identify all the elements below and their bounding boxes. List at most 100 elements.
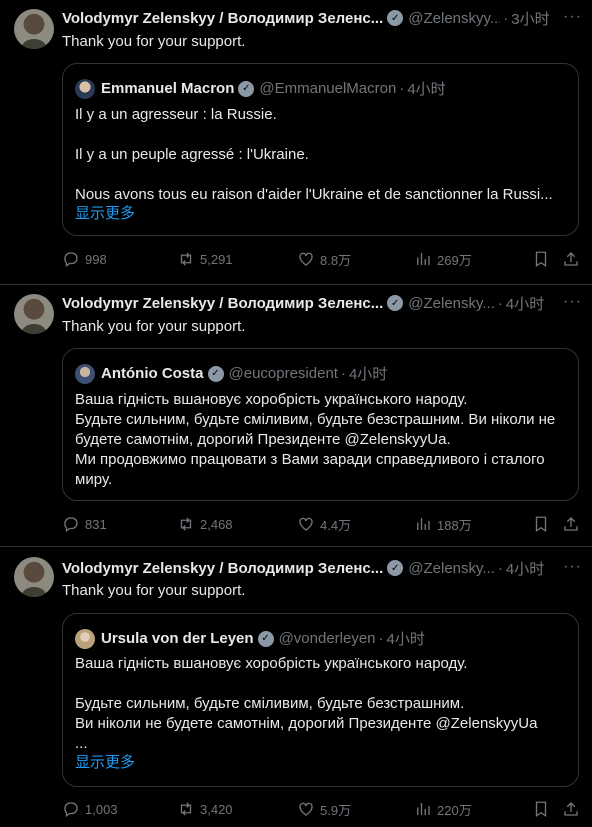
share-button[interactable] — [562, 249, 585, 269]
retweet-count: 2,468 — [200, 516, 233, 532]
view-count: 188万 — [437, 517, 472, 533]
tweet-header: Volodymyr Zelenskyy / Володимир Зеленс..… — [62, 558, 582, 578]
quoted-tweet-header: Emmanuel Macron ✓ @EmmanuelMacron · 4小时 — [75, 78, 446, 99]
author-handle[interactable]: @Zelenskyy... — [408, 10, 500, 27]
bookmark-button[interactable] — [532, 249, 555, 269]
retweet-button[interactable]: 3,420 — [177, 799, 233, 819]
quoted-tweet-body: Il y a un agresseur : la Russie. Il y a … — [75, 106, 553, 203]
views-button[interactable]: 220万 — [414, 799, 472, 819]
bookmark-button[interactable] — [532, 799, 555, 819]
bookmark-icon — [535, 251, 547, 268]
like-count: 5.9万 — [320, 802, 352, 818]
retweet-icon — [180, 252, 192, 266]
quoted-tweet[interactable]: Ursula von der Leyen ✓ @vonderleyen · 4小… — [62, 613, 579, 787]
like-count: 8.8万 — [320, 252, 352, 268]
quoted-author-handle: @EmmanuelMacron — [259, 80, 397, 97]
heart-icon — [299, 252, 313, 266]
reply-icon — [64, 802, 78, 818]
share-button[interactable] — [562, 514, 585, 534]
tweet[interactable]: Volodymyr Zelenskyy / Володимир Зеленс..… — [0, 0, 592, 285]
avatar — [75, 363, 95, 384]
more-dots-icon[interactable]: ··· — [563, 558, 582, 576]
separator-dot: · — [340, 365, 346, 382]
verified-badge-icon: ✓ — [257, 630, 274, 647]
bookmark-button[interactable] — [532, 514, 555, 534]
tweet-text: Thank you for your support. — [62, 582, 246, 599]
quoted-tweet-body: Ваша гідність вшановує хоробрість україн… — [75, 655, 538, 752]
views-chart-icon — [417, 518, 430, 530]
separator-dot: · — [497, 559, 503, 577]
author-name[interactable]: Volodymyr Zelenskyy / Володимир Зеленс..… — [62, 295, 383, 312]
quoted-tweet-header: Ursula von der Leyen ✓ @vonderleyen · 4小… — [75, 628, 425, 649]
reply-count: 831 — [85, 516, 107, 532]
tweet-header: Volodymyr Zelenskyy / Володимир Зеленс..… — [62, 8, 582, 28]
quoted-tweet[interactable]: António Costa ✓ @eucopresident · 4小时 Ваш… — [62, 348, 579, 501]
reply-button[interactable]: 1,003 — [62, 799, 118, 819]
quoted-author-name: António Costa — [101, 365, 204, 382]
view-count: 220万 — [437, 802, 472, 818]
share-icon — [564, 517, 578, 531]
timestamp[interactable]: 4小时 — [506, 558, 544, 579]
like-count: 4.4万 — [320, 517, 352, 533]
reply-icon — [64, 517, 78, 533]
tweet-text: Thank you for your support. — [62, 33, 246, 50]
reply-count: 1,003 — [85, 801, 118, 817]
reply-icon — [64, 252, 78, 268]
action-bar: 1,003 3,420 5.9万 220万 — [62, 799, 582, 819]
quoted-author-handle: @vonderleyen — [278, 630, 376, 647]
show-more-link[interactable]: 显示更多 — [75, 753, 135, 773]
quoted-tweet[interactable]: Emmanuel Macron ✓ @EmmanuelMacron · 4小时 … — [62, 63, 579, 236]
like-button[interactable]: 4.4万 — [297, 514, 351, 534]
heart-icon — [299, 802, 313, 816]
avatar[interactable] — [14, 9, 54, 49]
retweet-button[interactable]: 2,468 — [177, 514, 233, 534]
reply-button[interactable]: 831 — [62, 514, 107, 534]
author-handle[interactable]: @Zelensky... — [408, 295, 495, 312]
more-dots-icon[interactable]: ··· — [563, 8, 582, 26]
retweet-icon — [180, 802, 192, 816]
action-bar: 831 2,468 4.4万 188万 — [62, 514, 582, 534]
views-button[interactable]: 269万 — [414, 249, 472, 269]
more-dots-icon[interactable]: ··· — [563, 293, 582, 311]
share-button[interactable] — [562, 799, 585, 819]
tweet-text: Thank you for your support. — [62, 318, 246, 335]
quoted-author-name: Emmanuel Macron — [101, 80, 235, 97]
like-button[interactable]: 8.8万 — [297, 249, 351, 269]
avatar[interactable] — [14, 557, 54, 597]
view-count: 269万 — [437, 252, 472, 268]
author-name[interactable]: Volodymyr Zelenskyy / Володимир Зеленс..… — [62, 10, 383, 27]
quoted-tweet-header: António Costa ✓ @eucopresident · 4小时 — [75, 363, 387, 384]
quoted-timestamp: 4小时 — [407, 81, 446, 98]
retweet-icon — [180, 517, 192, 531]
quoted-author-name: Ursula von der Leyen — [101, 630, 254, 647]
share-icon — [564, 252, 578, 266]
reply-button[interactable]: 998 — [62, 249, 107, 269]
verified-badge-icon: ✓ — [238, 80, 255, 97]
verified-badge-icon: ✓ — [207, 365, 224, 382]
author-handle[interactable]: @Zelensky... — [408, 560, 495, 577]
views-chart-icon — [417, 253, 430, 265]
views-chart-icon — [417, 803, 430, 815]
reply-count: 998 — [85, 251, 107, 267]
timestamp[interactable]: 3小时 — [511, 8, 549, 29]
avatar[interactable] — [14, 294, 54, 334]
separator-dot: · — [503, 9, 509, 27]
author-name[interactable]: Volodymyr Zelenskyy / Володимир Зеленс..… — [62, 560, 383, 577]
verified-badge-icon: ✓ — [387, 10, 404, 26]
quoted-timestamp: 4小时 — [348, 366, 388, 383]
bookmark-icon — [535, 516, 547, 533]
timestamp[interactable]: 4小时 — [506, 293, 544, 314]
verified-badge-icon: ✓ — [387, 295, 404, 311]
views-button[interactable]: 188万 — [414, 514, 472, 534]
separator-dot: · — [497, 294, 503, 312]
quoted-author-handle: @eucopresident — [228, 365, 338, 382]
separator-dot: · — [399, 80, 405, 97]
tweet[interactable]: Volodymyr Zelenskyy / Володимир Зеленс..… — [0, 285, 592, 547]
heart-icon — [299, 517, 313, 531]
retweet-button[interactable]: 5,291 — [177, 249, 233, 269]
show-more-link[interactable]: 显示更多 — [75, 204, 135, 224]
tweet[interactable]: Volodymyr Zelenskyy / Володимир Зеленс..… — [0, 547, 592, 827]
like-button[interactable]: 5.9万 — [297, 799, 351, 819]
avatar — [75, 78, 95, 99]
separator-dot: · — [378, 630, 384, 647]
